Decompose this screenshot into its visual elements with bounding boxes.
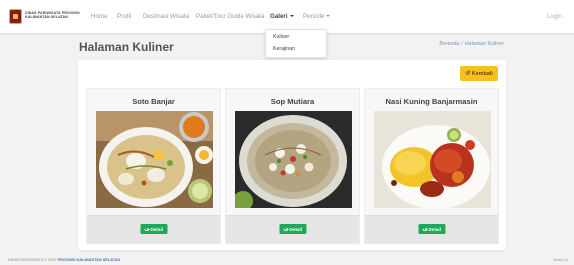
- brand-line-2: KALIMANTAN SELATAN: [25, 15, 68, 20]
- detail-button-label: Detail: [289, 226, 303, 232]
- nav-paket-tour[interactable]: Paket/Tour Guide Wisata: [196, 13, 264, 20]
- chevron-down-icon: [289, 15, 294, 18]
- agency-logo[interactable]: [9, 9, 22, 24]
- breadcrumb: Beranda / Halaman Kuliner: [439, 41, 504, 47]
- nav-galeri[interactable]: Galeri: [270, 13, 294, 20]
- breadcrumb-home[interactable]: Beranda: [439, 41, 459, 47]
- undo-arrow-icon: ↺: [465, 70, 471, 77]
- galeri-dropdown-menu: Kuliner Kerajinan: [265, 29, 327, 58]
- soto-banjar-photo: [96, 111, 213, 208]
- detail-button[interactable]: Detail: [139, 224, 168, 234]
- eye-icon: [282, 227, 288, 231]
- food-card-nasi-kuning: Nasi Kuning Banjarmasin Detail: [364, 88, 499, 244]
- card-title: Sop Mutiara: [270, 97, 315, 106]
- nav-home[interactable]: Home: [91, 13, 108, 20]
- card-footer: Detail: [365, 215, 498, 243]
- footer-agency-link[interactable]: PROVINSI KALIMANTAN SELATAN: [57, 258, 120, 262]
- chevron-down-icon: [326, 15, 331, 18]
- detail-button-label: Detail: [150, 226, 164, 232]
- back-button-label: Kembali: [471, 70, 493, 77]
- eye-icon: [421, 227, 427, 231]
- nav-profil[interactable]: Profil: [117, 13, 131, 20]
- eye-icon: [143, 227, 149, 231]
- card-title: Soto Banjar: [132, 97, 175, 106]
- food-card-sop-mutiara: Sop Mutiara Detail: [225, 88, 360, 244]
- footer-version: Versi 1.0: [553, 258, 568, 262]
- back-button[interactable]: ↺ Kembali: [460, 66, 498, 81]
- card-footer: Detail: [87, 215, 220, 243]
- login-link[interactable]: Login: [547, 13, 562, 20]
- detail-button[interactable]: Detail: [278, 224, 307, 234]
- food-card-soto-banjar: Soto Banjar Detail: [86, 88, 221, 244]
- brand-text[interactable]: DINAS PARIWISATA PROVINSI KALIMANTAN SEL…: [25, 11, 85, 20]
- content-panel: ↺ Kembali Soto Banjar Detail Sop Mutiara…: [78, 60, 506, 250]
- page-footer: DINAS PARIWISATA © 2024 PROVINSI KALIMAN…: [0, 257, 574, 265]
- nasi-kuning-photo: [374, 111, 491, 208]
- nav-galeri-label: Galeri: [270, 13, 288, 20]
- detail-button[interactable]: Detail: [417, 224, 446, 234]
- sop-mutiara-photo: [235, 111, 352, 208]
- detail-button-label: Detail: [428, 226, 442, 232]
- breadcrumb-separator: /: [461, 41, 463, 47]
- page-title: Halaman Kuliner: [79, 40, 174, 54]
- nav-periode-label: Periode: [303, 13, 325, 20]
- dropdown-item-kuliner[interactable]: Kuliner: [273, 34, 289, 40]
- card-title: Nasi Kuning Banjarmasin: [385, 97, 478, 106]
- footer-copyright-text: DINAS PARIWISATA © 2024: [8, 258, 57, 262]
- dropdown-item-kerajinan[interactable]: Kerajinan: [273, 46, 295, 52]
- breadcrumb-current: Halaman Kuliner: [464, 41, 504, 47]
- nav-destinasi-wisata[interactable]: Destinasi Wisata: [143, 13, 189, 20]
- footer-copyright: DINAS PARIWISATA © 2024 PROVINSI KALIMAN…: [8, 258, 120, 262]
- nav-periode[interactable]: Periode: [303, 13, 331, 20]
- card-footer: Detail: [226, 215, 359, 243]
